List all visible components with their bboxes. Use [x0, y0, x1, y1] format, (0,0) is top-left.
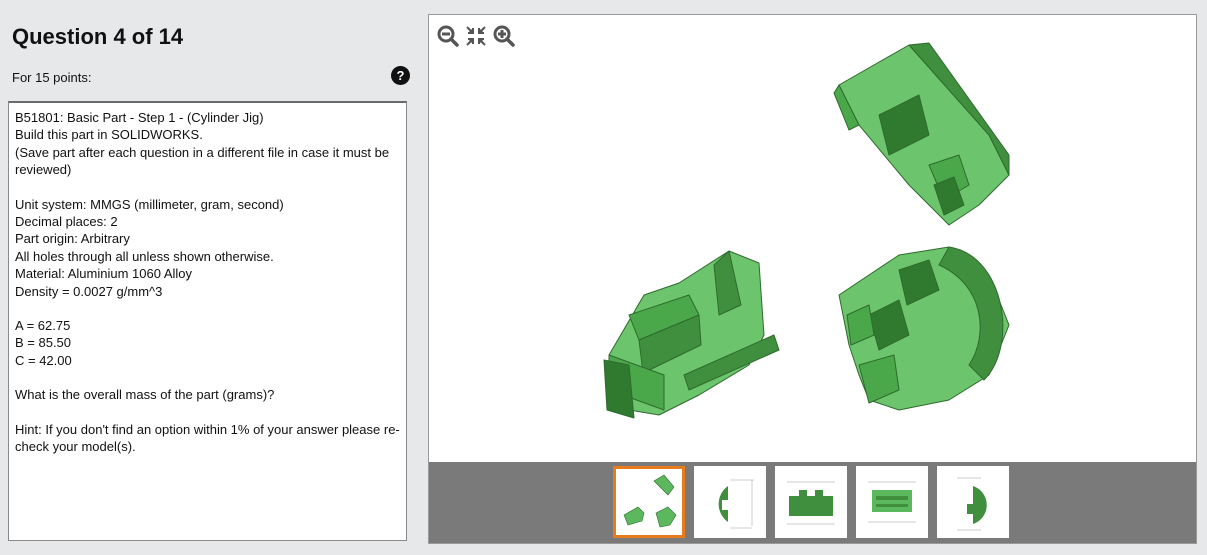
- question-line: Hint: If you don't find an option within…: [15, 421, 400, 455]
- question-text-box[interactable]: B51801: Basic Part - Step 1 - (Cylinder …: [8, 101, 407, 541]
- thumbnail-strip: [429, 462, 1196, 543]
- thumbnail-front-view-drawing[interactable]: [775, 466, 847, 538]
- thumbnail-right-view-drawing[interactable]: [937, 466, 1009, 538]
- question-line: Part origin: Arbitrary: [15, 231, 130, 247]
- zoom-out-icon[interactable]: [435, 21, 461, 51]
- question-line: (Save part after each question in a diff…: [15, 144, 390, 178]
- question-line: B = 85.50: [15, 335, 72, 351]
- question-line: Unit system: MMGS (millimeter, gram, sec…: [15, 196, 284, 212]
- question-line: C = 42.00: [15, 352, 72, 368]
- part-view-left: [603, 250, 780, 419]
- thumbnail-side-view-drawing[interactable]: [694, 466, 766, 538]
- part-view-top: [833, 42, 1010, 226]
- question-title: Question 4 of 14: [12, 24, 184, 49]
- question-line: A = 62.75: [15, 318, 71, 334]
- question-line: Material: Aluminium 1060 Alloy: [15, 266, 193, 282]
- question-line: Density = 0.0027 g/mm^3: [15, 283, 163, 299]
- points-label: For 15 points:: [12, 70, 92, 85]
- thumbnail-isometric-views[interactable]: [613, 466, 685, 538]
- question-line: All holes through all unless shown other…: [15, 248, 274, 264]
- part-view-right: [838, 246, 1010, 411]
- question-panel: Question 4 of 14 For 15 points: ? B51801…: [0, 0, 420, 555]
- thumbnail-top-view-drawing[interactable]: [856, 466, 928, 538]
- model-image: [429, 15, 1196, 463]
- question-line: B51801: Basic Part - Step 1 - (Cylinder …: [15, 110, 264, 125]
- help-icon[interactable]: ?: [391, 66, 410, 85]
- zoom-in-icon[interactable]: [491, 21, 517, 51]
- viewer-toolbar: [435, 21, 517, 51]
- question-line: Build this part in SOLIDWORKS.: [15, 127, 203, 143]
- question-line: What is the overall mass of the part (gr…: [15, 387, 275, 403]
- image-viewer: [428, 14, 1197, 544]
- question-line: Decimal places: 2: [15, 214, 118, 230]
- fit-to-screen-icon[interactable]: [463, 21, 489, 51]
